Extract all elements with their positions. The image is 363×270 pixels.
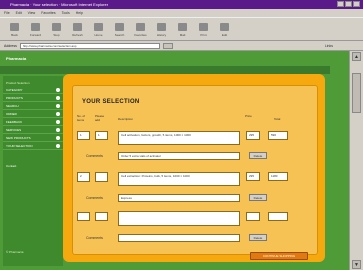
column-header-total: Total [274, 117, 281, 121]
refresh-icon [73, 23, 82, 31]
home-icon [94, 23, 103, 31]
quantity-field[interactable]: 1 [77, 131, 90, 140]
maximize-button[interactable] [345, 1, 352, 7]
sidebar-item-your-selection[interactable]: YOUR SELECTION [3, 143, 63, 150]
comments-label: Comments [86, 236, 103, 240]
stop-button[interactable]: Stop [48, 17, 65, 37]
comments-label: Comments [86, 154, 103, 158]
price-field[interactable]: 295 [246, 172, 260, 181]
star-icon [136, 23, 145, 31]
arrow-icon [56, 120, 60, 124]
sidebar-footer: © Pharmacia [6, 250, 24, 254]
comments-field[interactable]: Express [118, 194, 240, 202]
arrow-icon [56, 112, 60, 116]
delete-button[interactable]: Delete [249, 152, 267, 159]
mail-button[interactable]: Mail [174, 17, 191, 37]
selection-panel [72, 85, 318, 255]
edit-button[interactable]: Edit [216, 17, 233, 37]
menu-file[interactable]: File [4, 11, 10, 15]
sidebar-item-feedback[interactable]: FEEDBACK [3, 119, 63, 126]
total-field[interactable]: 1180 [268, 172, 288, 181]
continue-button[interactable]: CONTINUE SHOPPING [250, 252, 308, 260]
page-title: YOUR SELECTION [82, 99, 140, 105]
sidebar-item-services[interactable]: SERVICES [3, 127, 63, 134]
window-controls [337, 1, 360, 7]
add-quantity-field[interactable]: 1 [95, 131, 108, 140]
edit-icon [220, 23, 229, 31]
add-quantity-field[interactable] [95, 212, 108, 221]
stop-icon [52, 23, 61, 31]
quantity-field[interactable] [77, 212, 90, 221]
home-button[interactable]: Home [90, 17, 107, 37]
arrow-icon [56, 144, 60, 148]
description-field[interactable]: Cell extraction: Proteins, bulk, 5 items… [118, 172, 240, 186]
arrow-icon [56, 136, 60, 140]
minimize-button[interactable] [337, 1, 344, 7]
comments-field[interactable] [118, 234, 240, 242]
add-quantity-field[interactable] [95, 172, 108, 182]
menu-favorites[interactable]: Favorites [41, 11, 55, 15]
delete-button[interactable]: Delete [249, 234, 267, 241]
window-title: Pharmacia · Your selection · Microsoft I… [10, 2, 109, 7]
menu-edit[interactable]: Edit [16, 11, 22, 15]
menu-tools[interactable]: Tools [62, 11, 70, 15]
description-field[interactable]: Cell activation, factors, growth, 5 item… [118, 131, 240, 145]
sidebar-heading: Product Selection [6, 81, 30, 85]
sidebar-item-contact[interactable]: Contact [3, 164, 63, 168]
address-bar: Address http://www.pharmacia.com/selecti… [0, 41, 363, 51]
browser-toolbar: Back Forward Stop Refresh Home Search Fa… [0, 17, 363, 41]
search-button[interactable]: Search [111, 17, 128, 37]
sidebar: Product Selection CATEGORY PRODUCTS SEAR… [3, 76, 63, 266]
column-header-qty: No. of items [77, 114, 86, 122]
site-logo[interactable]: Pharmacia [6, 54, 46, 63]
forward-icon [31, 23, 40, 31]
column-header-description: Description [118, 117, 134, 121]
arrow-icon [56, 104, 60, 108]
go-button[interactable] [162, 42, 173, 49]
description-field[interactable] [118, 211, 240, 226]
vertical-scrollbar[interactable]: ▲ ▼ [349, 51, 363, 270]
links-label[interactable]: Links [325, 44, 333, 48]
address-input[interactable]: http://www.pharmacia.com/selection.asp [19, 42, 160, 49]
printer-icon [199, 23, 208, 31]
header-stripe [0, 66, 330, 74]
history-icon [157, 23, 166, 31]
history-button[interactable]: History [153, 17, 170, 37]
sidebar-item-order[interactable]: ORDER [3, 111, 63, 118]
sidebar-item-category[interactable]: CATEGORY [3, 87, 63, 94]
search-icon [115, 23, 124, 31]
total-field[interactable] [268, 212, 288, 221]
menu-view[interactable]: View [28, 11, 36, 15]
arrow-icon [56, 128, 60, 132]
mail-icon [178, 23, 187, 31]
comments-field[interactable]: Order 5 extra vials of activator [118, 152, 240, 160]
sidebar-item-new-products[interactable]: NEW PRODUCTS [3, 135, 63, 142]
price-field[interactable] [246, 212, 260, 221]
close-button[interactable] [353, 1, 360, 7]
total-field[interactable]: 590 [268, 131, 288, 140]
column-header-plus: Please add [95, 114, 105, 122]
window-title-bar: Pharmacia · Your selection · Microsoft I… [0, 0, 363, 9]
scroll-thumb[interactable] [352, 73, 361, 113]
sidebar-item-products[interactable]: PRODUCTS [3, 95, 63, 102]
back-icon [10, 23, 19, 31]
forward-button[interactable]: Forward [27, 17, 44, 37]
arrow-icon [56, 96, 60, 100]
menu-help[interactable]: Help [76, 11, 83, 15]
quantity-field[interactable]: 2 [77, 172, 90, 182]
favorites-button[interactable]: Favorites [132, 17, 149, 37]
comments-label: Comments [86, 196, 103, 200]
back-button[interactable]: Back [6, 17, 23, 37]
scroll-up-arrow-icon[interactable]: ▲ [352, 52, 361, 61]
column-header-price: Price [245, 114, 252, 118]
scroll-down-arrow-icon[interactable]: ▼ [352, 260, 361, 269]
sidebar-item-search[interactable]: SEARCH [3, 103, 63, 110]
delete-button[interactable]: Delete [249, 194, 267, 201]
print-button[interactable]: Print [195, 17, 212, 37]
price-field[interactable]: 295 [246, 131, 260, 140]
refresh-button[interactable]: Refresh [69, 17, 86, 37]
arrow-icon [56, 88, 60, 92]
address-label: Address [4, 43, 17, 48]
menu-bar: File Edit View Favorites Tools Help [0, 9, 363, 17]
